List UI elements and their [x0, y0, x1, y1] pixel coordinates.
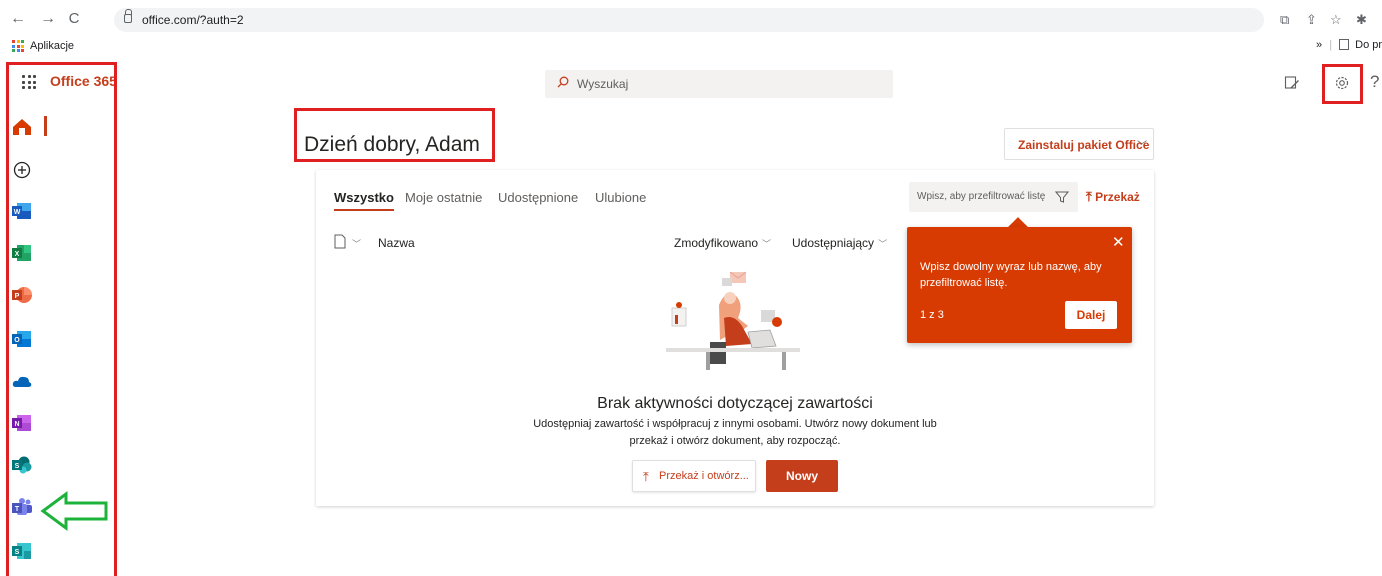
office-header: Office 365 Wyszukaj ?	[0, 62, 1382, 106]
upload-icon: ⤒	[1086, 189, 1092, 204]
install-app-icon[interactable]: ⧉	[1280, 12, 1289, 28]
install-office-label: Zainstaluj pakiet Office	[1018, 138, 1150, 152]
empty-state-description-line1: Udostępniaj zawartość i współpracuj z in…	[533, 418, 937, 430]
browser-chrome: ← → C office.com/?auth=2 ⧉ ⇪ ☆ ✱ Aplikac…	[0, 0, 1382, 58]
empty-state-description: Udostępniaj zawartość i współpracuj z in…	[526, 416, 944, 450]
reload-icon[interactable]: C	[64, 9, 84, 29]
filter-input[interactable]: Wpisz, aby przefiltrować listę	[909, 182, 1078, 212]
install-office-button[interactable]: Zainstaluj pakiet Office ﹀	[1004, 128, 1154, 160]
column-shared-by[interactable]: Udostępniający ﹀	[792, 236, 887, 250]
upload-button[interactable]: ⤒ Przekaż	[1086, 189, 1140, 205]
bookmark-reading-list[interactable]: Do prz	[1355, 39, 1382, 51]
empty-state-title: Brak aktywności dotyczącej zawartości	[597, 395, 873, 412]
lock-icon	[124, 9, 132, 23]
filter-icon	[1055, 191, 1069, 203]
back-icon[interactable]: ←	[8, 9, 28, 29]
greeting-title: Dzień dobry, Adam	[304, 133, 480, 156]
forward-icon[interactable]: →	[38, 9, 58, 29]
bookmark-apps[interactable]: Aplikacje	[30, 40, 74, 52]
empty-state-description-line2: przekaż i otwórz dokument, aby rozpocząć…	[629, 435, 841, 447]
tab-recent[interactable]: Moje ostatnie	[405, 190, 482, 205]
chevron-down-icon: ﹀	[762, 239, 772, 249]
chevron-down-icon[interactable]: ﹀	[352, 237, 361, 250]
column-modified-label: Zmodyfikowano	[674, 236, 759, 250]
bookmarks-overflow[interactable]: »	[1316, 39, 1322, 51]
upload-and-open-button[interactable]: ⤒ Przekaż i otwórz...	[632, 460, 756, 492]
file-icon	[334, 234, 346, 249]
coachmark-counter: 1 z 3	[920, 309, 944, 321]
upload-label: Przekaż	[1095, 190, 1140, 204]
column-modified[interactable]: Zmodyfikowano ﹀	[674, 236, 771, 250]
tab-favorites[interactable]: Ulubione	[595, 190, 646, 205]
chevron-down-icon: ﹀	[1137, 141, 1147, 152]
new-document-label: Nowy	[785, 469, 818, 483]
coachmark-popup: ✕ Wpisz dowolny wyraz lub nazwę, aby prz…	[907, 227, 1132, 343]
tab-shared[interactable]: Udostępnione	[498, 190, 578, 205]
search-box[interactable]: Wyszukaj	[545, 70, 893, 98]
apps-grid-icon[interactable]	[12, 40, 24, 52]
filter-placeholder: Wpisz, aby przefiltrować listę	[917, 191, 1046, 202]
coachmark-message: Wpisz dowolny wyraz lub nazwę, aby przef…	[920, 261, 1102, 289]
share-icon[interactable]: ⇪	[1306, 12, 1317, 28]
upload-icon: ⤒	[643, 469, 649, 484]
bookmarks-bar: Aplikacje » | Do prz	[0, 36, 1382, 58]
bookmark-star-icon[interactable]: ☆	[1330, 12, 1342, 28]
tab-all[interactable]: Wszystko	[334, 190, 394, 211]
search-icon	[557, 76, 569, 88]
address-bar[interactable]: office.com/?auth=2	[114, 8, 1264, 32]
column-name[interactable]: Nazwa	[378, 236, 415, 250]
chevron-down-icon: ﹀	[878, 239, 888, 249]
upload-and-open-label: Przekaż i otwórz...	[659, 470, 749, 482]
extensions-icon[interactable]: ✱	[1356, 12, 1367, 28]
coachmark-next-label: Dalej	[1076, 308, 1106, 322]
column-shared-by-label: Udostępniający	[792, 236, 875, 250]
coachmark-next-button[interactable]: Dalej	[1065, 301, 1117, 329]
annotation-arrow-icon	[40, 491, 108, 531]
new-document-button[interactable]: Nowy	[766, 460, 838, 492]
help-icon[interactable]: ?	[1370, 72, 1379, 92]
annotation-box-gear	[1322, 64, 1363, 104]
feedback-icon[interactable]	[1284, 75, 1300, 91]
close-icon[interactable]: ✕	[1112, 233, 1125, 251]
search-placeholder: Wyszukaj	[577, 77, 629, 91]
url-text: office.com/?auth=2	[142, 13, 244, 27]
reading-list-icon	[1339, 39, 1350, 50]
bookmarks-right: » | Do prz	[1316, 39, 1382, 51]
empty-state-illustration	[666, 271, 800, 370]
